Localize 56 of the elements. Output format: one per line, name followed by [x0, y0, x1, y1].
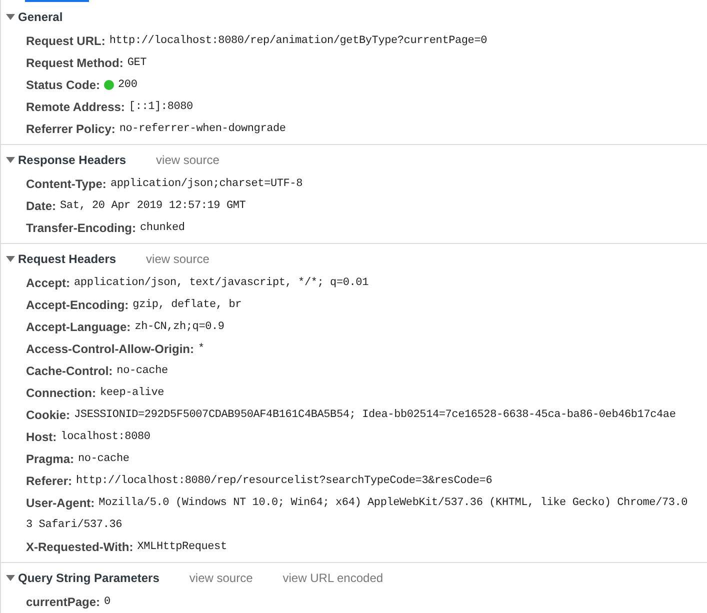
header-name: Access-Control-Allow-Origin:: [26, 342, 194, 356]
header-name: Accept:: [26, 276, 70, 290]
header-value: http://localhost:8080/rep/animation/getByType?currentPage=0: [109, 35, 488, 47]
header-name: Date:: [26, 199, 56, 213]
header-value: application/json, text/javascript, */*; q=0.01: [74, 277, 368, 289]
section-title[interactable]: General: [18, 10, 63, 24]
section-title[interactable]: Query String Parameters: [18, 571, 160, 585]
view-source-link[interactable]: view source: [146, 252, 210, 266]
header-value: JSESSIONID=292D5F5007CDAB950AF4B161C4BA5B54; Idea-bb02514=7ce16528-6638-45ca-ba86-0eb46b17c4ae: [74, 409, 676, 421]
header-name: Cookie:: [26, 408, 70, 422]
header-value: 200: [118, 79, 138, 91]
header-name: Referer:: [26, 474, 72, 488]
header-name: Transfer-Encoding:: [26, 221, 136, 235]
header-value: 3 Safari/537.36: [26, 519, 122, 531]
header-name: Cache-Control:: [26, 364, 113, 378]
header-name: Host:: [26, 430, 57, 444]
header-name: Content-Type:: [26, 177, 106, 191]
header-value: keep-alive: [100, 387, 164, 399]
header-value: chunked: [140, 222, 185, 234]
collapse-triangle-icon[interactable]: [6, 256, 15, 262]
collapse-triangle-icon[interactable]: [6, 575, 15, 581]
collapse-triangle-icon[interactable]: [6, 14, 15, 20]
header-name: Request URL:: [26, 34, 106, 48]
header-value: 0: [104, 596, 110, 608]
header-name: Pragma:: [26, 452, 74, 466]
header-value: Mozilla/5.0 (Windows NT 10.0; Win64; x64) AppleWebKit/537.36 (KHTML, like Gecko) Chrome/73.0: [98, 497, 688, 509]
header-value: no-cache: [116, 365, 168, 377]
header-value: no-referrer-when-downgrade: [119, 123, 286, 135]
view-source-link[interactable]: view URL encoded: [282, 571, 384, 585]
header-name: Referrer Policy:: [26, 122, 116, 136]
header-name: Accept-Language:: [26, 320, 131, 334]
section-title[interactable]: Response Headers: [18, 153, 126, 167]
section-title[interactable]: Request Headers: [18, 252, 116, 266]
header-value: http://localhost:8080/rep/resourcelist?searchTypeCode=3&resCode=6: [76, 475, 492, 487]
header-name: User-Agent:: [26, 496, 95, 510]
selected-tab-indicator: [25, 0, 89, 2]
header-value: GET: [127, 57, 147, 69]
collapse-triangle-icon[interactable]: [6, 157, 15, 163]
header-name: currentPage:: [26, 595, 100, 609]
header-value: application/json;charset=UTF-8: [110, 178, 302, 190]
header-value: *: [198, 343, 204, 355]
header-name: Remote Address:: [26, 100, 125, 114]
header-name: Request Method:: [26, 56, 124, 70]
view-source-link[interactable]: view source: [189, 571, 253, 585]
header-name: Accept-Encoding:: [26, 298, 129, 312]
header-value: Sat, 20 Apr 2019 12:57:19 GMT: [60, 200, 246, 212]
header-value: no-cache: [78, 453, 130, 465]
header-value: gzip, deflate, br: [132, 299, 242, 311]
header-name: Connection:: [26, 386, 96, 400]
header-value: zh-CN,zh;q=0.9: [134, 321, 224, 333]
header-value: [::1]:8080: [128, 101, 193, 113]
header-name: X-Requested-With:: [26, 540, 134, 554]
header-value: localhost:8080: [60, 431, 150, 443]
header-name: Status Code:: [26, 78, 100, 92]
header-value: XMLHttpRequest: [137, 541, 227, 553]
view-source-link[interactable]: view source: [156, 153, 220, 167]
